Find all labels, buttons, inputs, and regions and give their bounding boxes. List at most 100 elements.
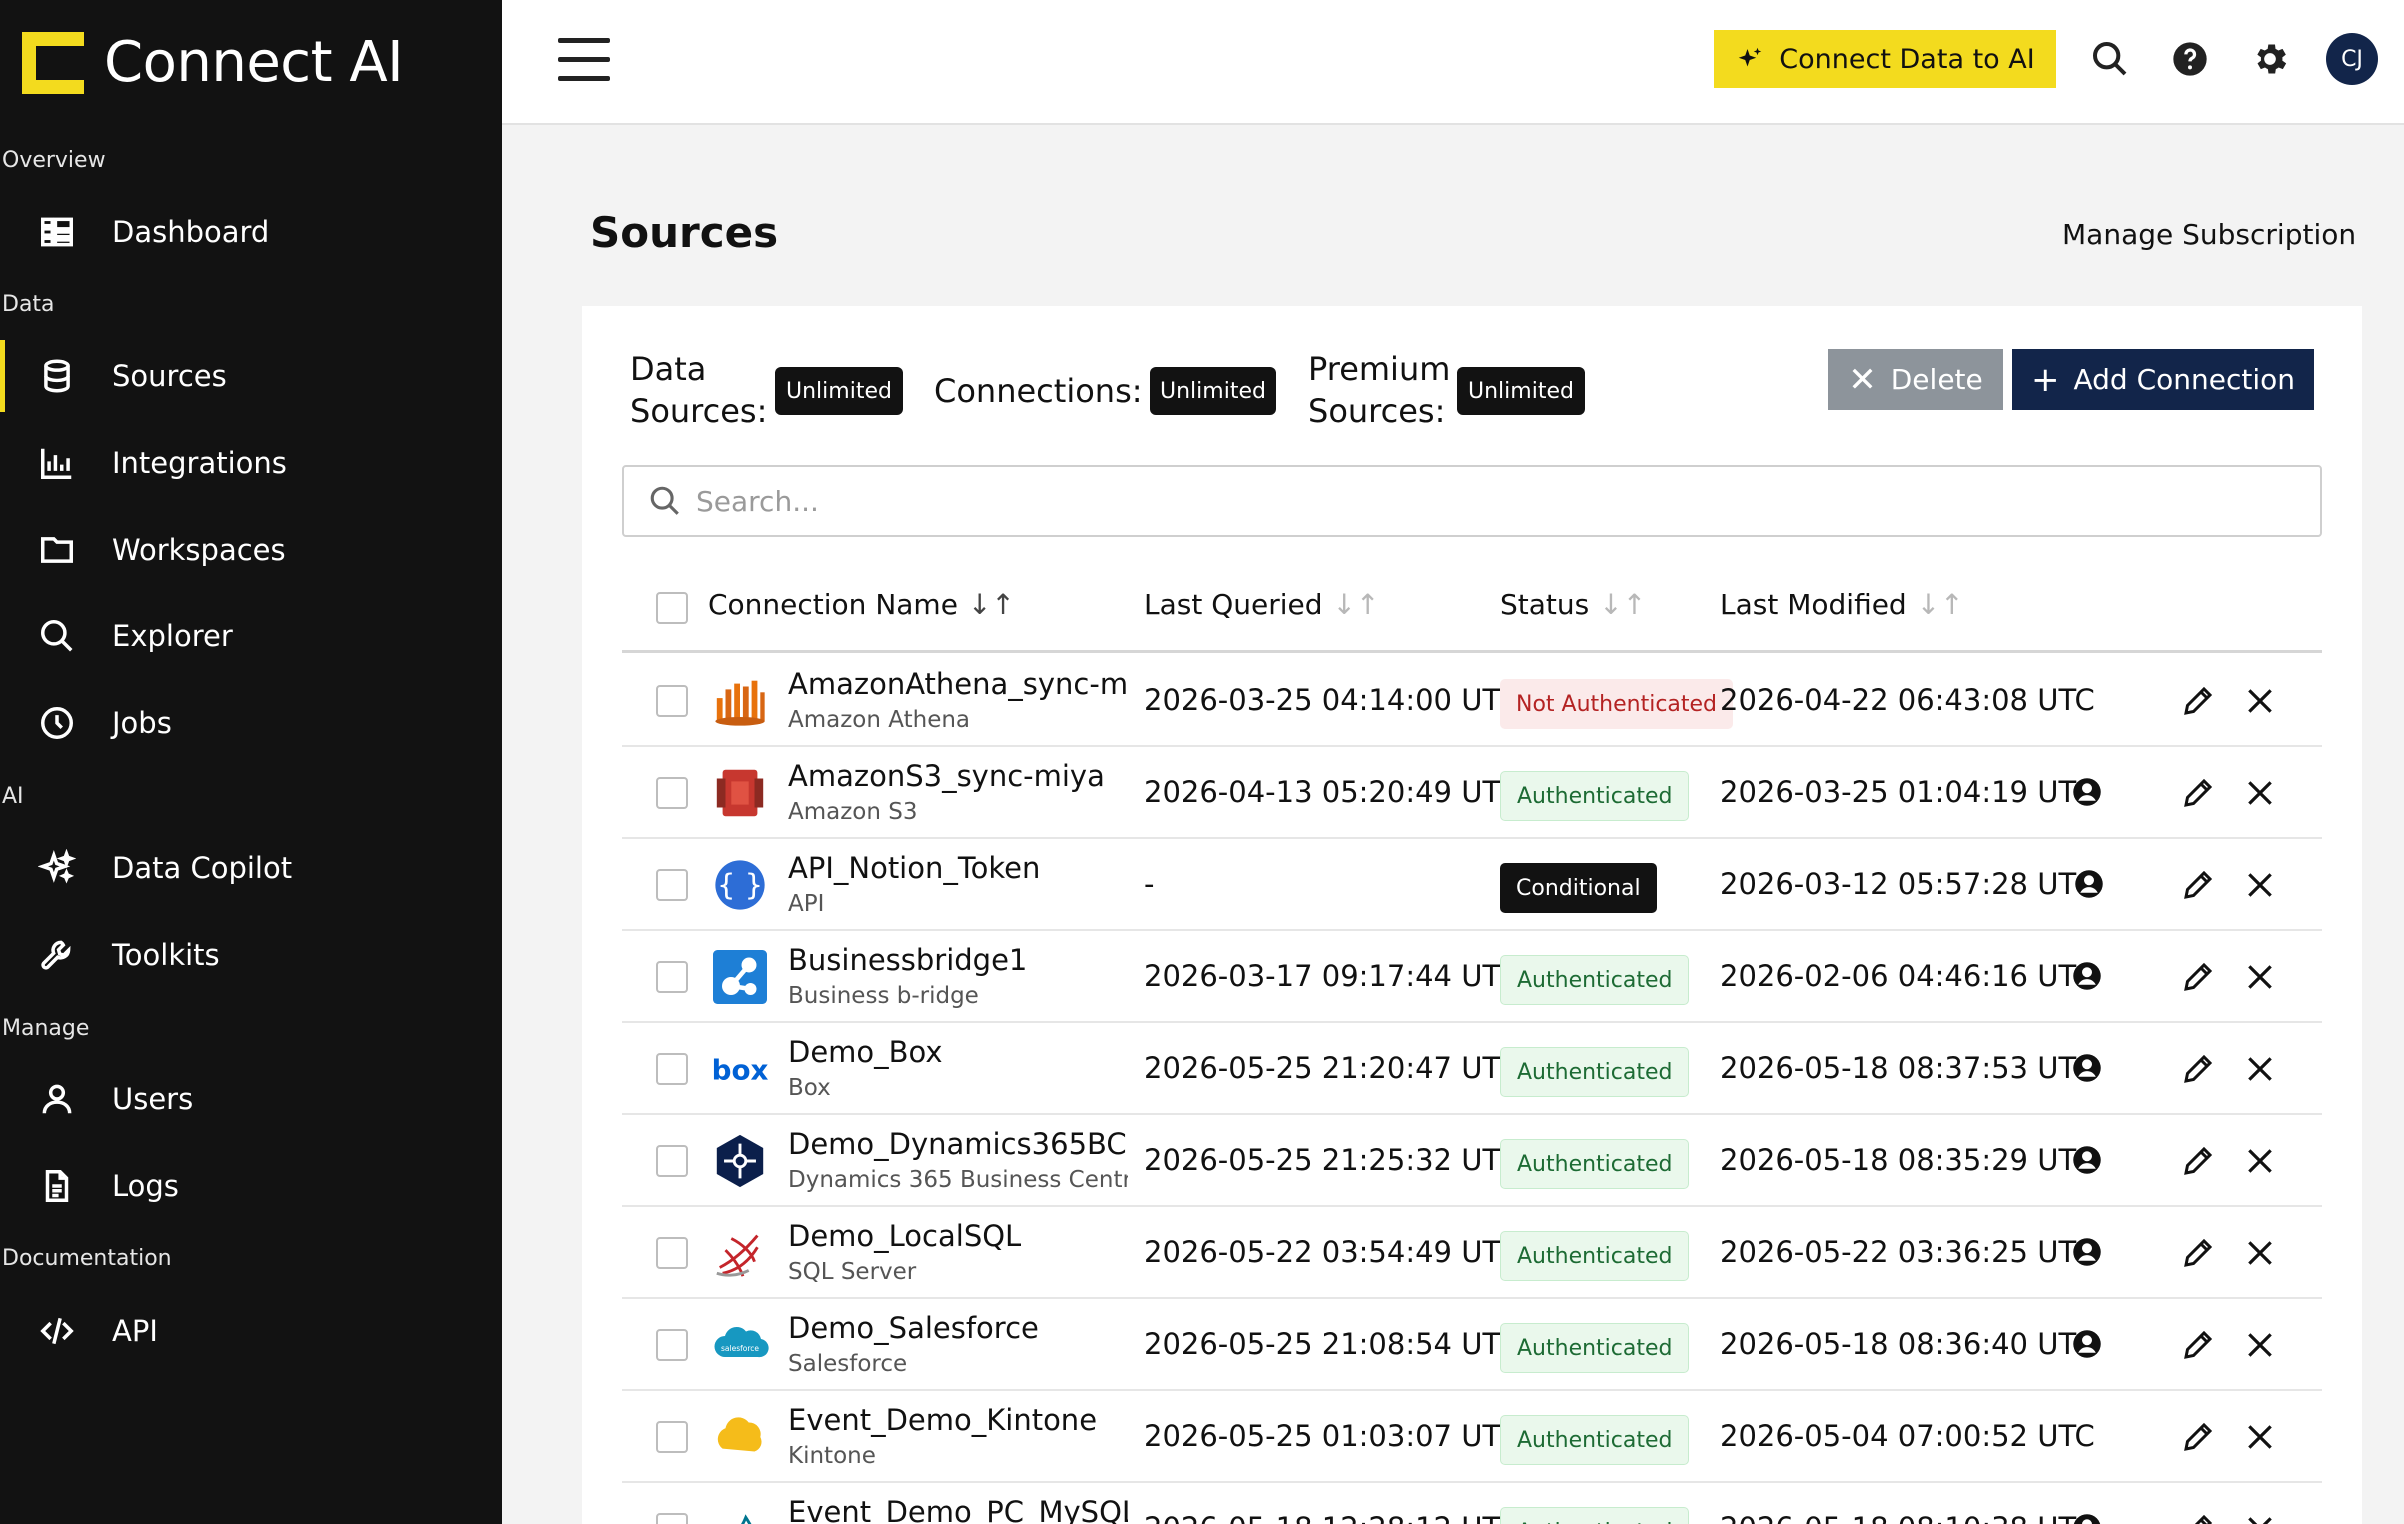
box-logo-icon: box — [708, 1037, 772, 1101]
edit-icon[interactable] — [2180, 1327, 2216, 1363]
column-header-last-queried[interactable]: Last Queried ↓↑ — [1144, 588, 1379, 621]
row-checkbox[interactable] — [656, 1329, 688, 1361]
sidebar-item-label: Workspaces — [112, 533, 286, 567]
manage-subscription-link[interactable]: Manage Subscription — [2062, 218, 2356, 251]
connection-name[interactable]: Demo_LocalSQL — [788, 1219, 1128, 1253]
user-account-icon — [2073, 1514, 2101, 1524]
column-header-last-modified[interactable]: Last Modified ↓↑ — [1720, 588, 1964, 621]
row-checkbox[interactable] — [656, 961, 688, 993]
status-badge: Authenticated — [1500, 771, 1690, 821]
delete-row-icon[interactable] — [2244, 1513, 2276, 1524]
delete-row-icon[interactable] — [2244, 777, 2276, 809]
row-checkbox[interactable] — [656, 1053, 688, 1085]
table-row[interactable]: AmazonAthena_sync-miya Amazon Athena 2026-… — [622, 655, 2322, 747]
table-row[interactable]: Businessbridge1 Business b-ridge 2026-03-1… — [622, 931, 2322, 1023]
edit-icon[interactable] — [2180, 1143, 2216, 1179]
svg-text:salesforce: salesforce — [721, 1344, 759, 1353]
sidebar-item-label: API — [112, 1314, 158, 1348]
sidebar-item-label: Toolkits — [112, 938, 220, 972]
edit-icon[interactable] — [2180, 683, 2216, 719]
last-modified: 2026-05-18 08:10:38 UTC — [1720, 1511, 2095, 1524]
sidebar-item-workspaces[interactable]: Workspaces — [0, 514, 502, 586]
premium-sources-label: Premium Sources: — [1308, 348, 1450, 432]
table-row[interactable]: AmazonS3_sync-miya Amazon S3 2026-04-13 05… — [622, 747, 2322, 839]
connection-name[interactable]: Event_Demo_PC_MySQL — [788, 1495, 1128, 1524]
sidebar-item-users[interactable]: Users — [0, 1063, 502, 1135]
row-checkbox[interactable] — [656, 1145, 688, 1177]
select-all-checkbox[interactable] — [656, 592, 688, 624]
sidebar-item-api[interactable]: API — [0, 1295, 502, 1367]
edit-icon[interactable] — [2180, 959, 2216, 995]
row-checkbox[interactable] — [656, 777, 688, 809]
connection-name[interactable]: Demo_Salesforce — [788, 1311, 1128, 1345]
sparkle-icon — [36, 847, 78, 889]
last-modified: 2026-05-22 03:36:25 UTC — [1720, 1235, 2095, 1269]
sidebar-item-label: Jobs — [112, 706, 172, 740]
sidebar-item-data-copilot[interactable]: Data Copilot — [0, 832, 502, 904]
delete-row-icon[interactable] — [2244, 1237, 2276, 1269]
sidebar-item-dashboard[interactable]: Dashboard — [0, 196, 502, 268]
table-row[interactable]: salesforce Demo_Salesforce Salesforce 2026-… — [622, 1299, 2322, 1391]
table-row[interactable]: Demo_Dynamics365BC Dynamics 365 Business … — [622, 1115, 2322, 1207]
user-account-icon — [2073, 1146, 2101, 1174]
search-icon[interactable] — [2087, 36, 2133, 82]
delete-row-icon[interactable] — [2244, 961, 2276, 993]
edit-icon[interactable] — [2180, 775, 2216, 811]
edit-icon[interactable] — [2180, 1235, 2216, 1271]
table-row[interactable]: box Demo_Box Box 2026-05-25 21:20:47 UTC Aut… — [622, 1023, 2322, 1115]
connection-type: Salesforce — [788, 1351, 908, 1377]
sidebar-item-jobs[interactable]: Jobs — [0, 687, 502, 759]
delete-row-icon[interactable] — [2244, 1145, 2276, 1177]
search-icon — [36, 615, 78, 657]
column-header-status[interactable]: Status ↓↑ — [1500, 588, 1646, 621]
sidebar-item-explorer[interactable]: Explorer — [0, 600, 502, 672]
gear-icon[interactable] — [2247, 36, 2293, 82]
delete-button[interactable]: ✕ Delete — [1828, 349, 2003, 410]
connection-name[interactable]: AmazonAthena_sync-miya — [788, 667, 1128, 701]
add-connection-button[interactable]: + Add Connection — [2012, 349, 2314, 410]
connection-name[interactable]: Demo_Dynamics365BC — [788, 1127, 1128, 1161]
table-row[interactable]: Event_Demo_PC_MySQLMySQL2026-05-18 12:28… — [622, 1483, 2322, 1524]
row-checkbox[interactable] — [656, 1421, 688, 1453]
app-logo[interactable]: Connect AI — [22, 30, 404, 95]
sidebar: Connect AI Overview Dashboard Data Sourc… — [0, 0, 502, 1524]
user-account-icon — [2073, 962, 2101, 990]
connection-name[interactable]: AmazonS3_sync-miya — [788, 759, 1128, 793]
delete-row-icon[interactable] — [2244, 1053, 2276, 1085]
edit-icon[interactable] — [2180, 1051, 2216, 1087]
section-label-documentation: Documentation — [2, 1246, 172, 1271]
edit-icon[interactable] — [2180, 867, 2216, 903]
menu-toggle-icon[interactable] — [558, 38, 610, 82]
delete-row-icon[interactable] — [2244, 1421, 2276, 1453]
athena-logo-icon — [708, 669, 772, 733]
delete-row-icon[interactable] — [2244, 1329, 2276, 1361]
row-checkbox[interactable] — [656, 685, 688, 717]
delete-row-icon[interactable] — [2244, 685, 2276, 717]
data-sources-badge: Unlimited — [775, 367, 903, 415]
connection-name[interactable]: Event_Demo_Kintone — [788, 1403, 1128, 1437]
row-checkbox[interactable] — [656, 1513, 688, 1524]
table-row[interactable]: Event_Demo_Kintone Kintone 2026-05-25 01:0… — [622, 1391, 2322, 1483]
connect-data-to-ai-button[interactable]: Connect Data to AI — [1714, 30, 2056, 88]
connection-name[interactable]: Businessbridge1 — [788, 943, 1128, 977]
table-row[interactable]: { } API_Notion_Token API - Conditional 2026-0… — [622, 839, 2322, 931]
help-icon[interactable] — [2167, 36, 2213, 82]
edit-icon[interactable] — [2180, 1511, 2216, 1524]
sidebar-item-label: Dashboard — [112, 215, 270, 249]
column-header-connection-name[interactable]: Connection Name ↓↑ — [708, 588, 1015, 621]
search-input[interactable] — [696, 484, 2296, 518]
delete-row-icon[interactable] — [2244, 869, 2276, 901]
sidebar-item-toolkits[interactable]: Toolkits — [0, 919, 502, 991]
edit-icon[interactable] — [2180, 1419, 2216, 1455]
table-row[interactable]: Demo_LocalSQL SQL Server 2026-05-22 03:54:… — [622, 1207, 2322, 1299]
sidebar-item-logs[interactable]: Logs — [0, 1150, 502, 1222]
row-checkbox[interactable] — [656, 1237, 688, 1269]
sidebar-item-sources[interactable]: Sources — [0, 340, 502, 412]
connection-name[interactable]: API_Notion_Token — [788, 851, 1128, 885]
avatar[interactable]: CJ — [2326, 33, 2378, 85]
svg-text:box: box — [712, 1054, 769, 1087]
sidebar-item-integrations[interactable]: Integrations — [0, 427, 502, 499]
sparkle-icon — [1739, 47, 1762, 67]
connection-name[interactable]: Demo_Box — [788, 1035, 1128, 1069]
row-checkbox[interactable] — [656, 869, 688, 901]
